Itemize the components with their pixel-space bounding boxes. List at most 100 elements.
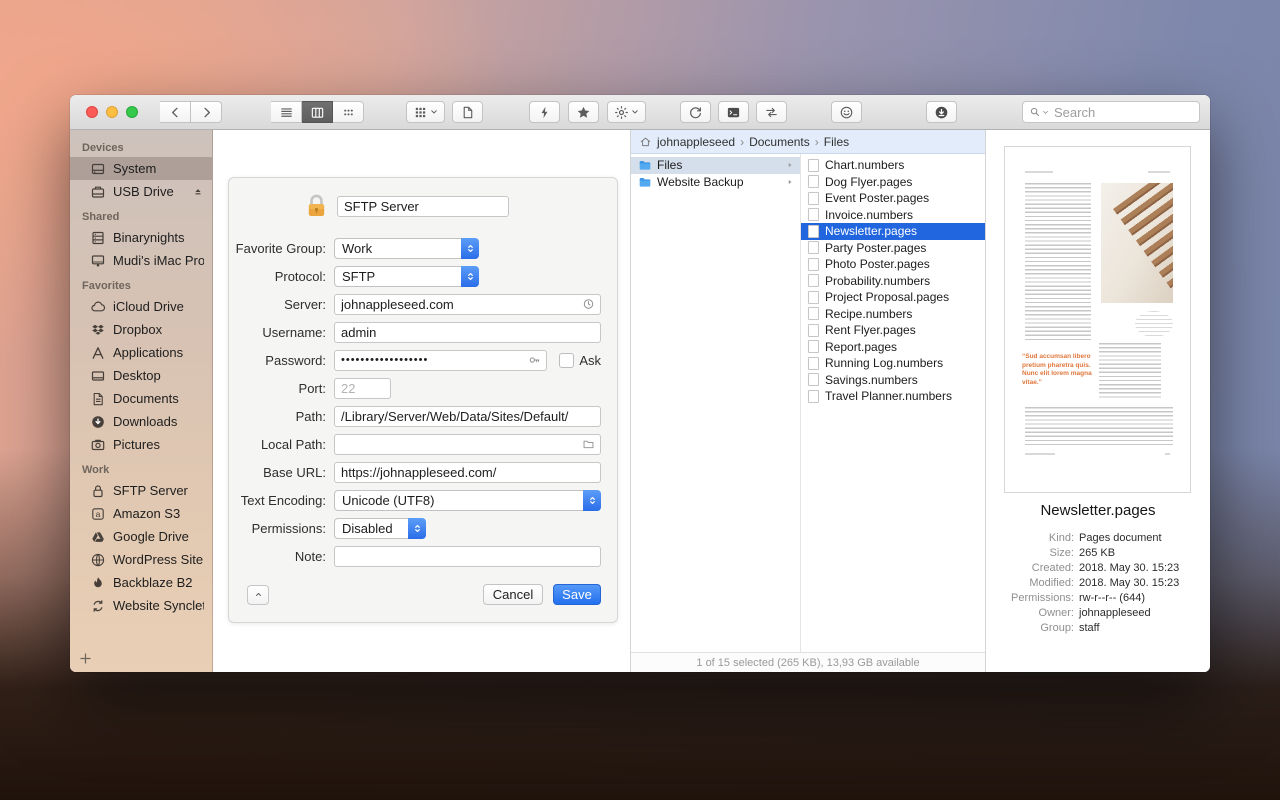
search-field[interactable] bbox=[1022, 101, 1200, 123]
file-row[interactable]: Report.pages bbox=[801, 339, 985, 356]
home-icon[interactable] bbox=[639, 135, 652, 148]
icon-view-icon bbox=[341, 105, 356, 120]
grid-menu-button[interactable] bbox=[406, 101, 445, 123]
preview-text-column bbox=[1099, 343, 1161, 399]
sidebar-item[interactable]: Google Drive bbox=[70, 525, 212, 548]
file-row[interactable]: Project Proposal.pages bbox=[801, 289, 985, 306]
file-row[interactable]: Probability.numbers bbox=[801, 273, 985, 290]
file-name: Running Log.numbers bbox=[825, 356, 979, 370]
cancel-button[interactable]: Cancel bbox=[483, 584, 543, 605]
remote-path-input[interactable] bbox=[334, 406, 601, 427]
sidebar-item[interactable]: Dropbox bbox=[70, 318, 212, 341]
quick-connect-bolt-button[interactable] bbox=[529, 101, 560, 123]
sidebar-item[interactable]: Binarynights bbox=[70, 226, 212, 249]
password-input[interactable] bbox=[334, 350, 547, 371]
folder-icon bbox=[638, 176, 652, 188]
search-input[interactable] bbox=[1052, 104, 1193, 121]
imac-icon bbox=[90, 253, 106, 269]
favorite-group-select[interactable]: Work bbox=[334, 238, 479, 259]
breadcrumb-item[interactable]: Documents bbox=[749, 135, 824, 149]
breadcrumb-item[interactable]: johnappleseed bbox=[657, 135, 749, 149]
file-row[interactable]: Party Poster.pages bbox=[801, 240, 985, 257]
back-chevron-button[interactable] bbox=[160, 101, 191, 123]
metadata-label: Group: bbox=[986, 621, 1074, 636]
port-input[interactable] bbox=[334, 378, 391, 399]
sync-refresh-icon bbox=[688, 105, 703, 120]
sidebar-item[interactable]: SFTP Server bbox=[70, 479, 212, 502]
activity-download-button[interactable] bbox=[926, 101, 957, 123]
preview-line-block bbox=[1025, 171, 1053, 173]
local-path-input[interactable] bbox=[334, 434, 601, 455]
save-button[interactable]: Save bbox=[553, 584, 601, 605]
selected-value: Disabled bbox=[342, 521, 393, 536]
new-file-button[interactable] bbox=[452, 101, 483, 123]
folder-row[interactable]: Website Backup bbox=[631, 174, 800, 191]
icon-view-button[interactable] bbox=[333, 101, 364, 123]
sidebar-item[interactable]: WordPress Site bbox=[70, 548, 212, 571]
server-input[interactable] bbox=[334, 294, 601, 315]
protocol-select[interactable]: SFTP bbox=[334, 266, 479, 287]
add-favorite-button[interactable] bbox=[78, 649, 96, 667]
column-view-button[interactable] bbox=[302, 101, 333, 123]
metadata-label: Size: bbox=[986, 546, 1074, 561]
file-row[interactable]: Savings.numbers bbox=[801, 372, 985, 389]
sync-refresh-button[interactable] bbox=[680, 101, 711, 123]
key-icon[interactable] bbox=[528, 354, 541, 367]
file-row[interactable]: Rent Flyer.pages bbox=[801, 322, 985, 339]
form-row: Server: bbox=[229, 290, 617, 318]
favorites-star-button[interactable] bbox=[568, 101, 599, 123]
history-clock-icon[interactable] bbox=[582, 298, 595, 311]
sidebar-item[interactable]: System bbox=[70, 157, 212, 180]
text-encoding-select[interactable]: Unicode (UTF8) bbox=[334, 490, 601, 511]
file-row[interactable]: Travel Planner.numbers bbox=[801, 388, 985, 405]
collapse-button[interactable] bbox=[247, 585, 269, 605]
username-input[interactable] bbox=[334, 322, 601, 343]
forward-chevron-button[interactable] bbox=[191, 101, 222, 123]
field-label: Server: bbox=[229, 297, 326, 312]
folder-icon[interactable] bbox=[582, 438, 595, 451]
file-row[interactable]: Photo Poster.pages bbox=[801, 256, 985, 273]
folder-row[interactable]: Files bbox=[631, 157, 800, 174]
sidebar-item[interactable]: Amazon S3 bbox=[70, 502, 212, 525]
file-row[interactable]: Invoice.numbers bbox=[801, 207, 985, 224]
file-row[interactable]: Newsletter.pages bbox=[801, 223, 985, 240]
sidebar-item[interactable]: Mudi's iMac Pro bbox=[70, 249, 212, 272]
grid-menu-icon bbox=[413, 105, 428, 120]
amazon-s3-icon bbox=[90, 506, 106, 522]
file-row[interactable]: Event Poster.pages bbox=[801, 190, 985, 207]
file-row[interactable]: Dog Flyer.pages bbox=[801, 174, 985, 191]
actions-gear-button[interactable] bbox=[607, 101, 646, 123]
stepper-icon bbox=[583, 490, 601, 511]
metadata-row: Created:2018. May 30. 15:23 bbox=[986, 561, 1210, 576]
sidebar-item[interactable]: USB Drive bbox=[70, 180, 212, 203]
sidebar-item[interactable]: Downloads bbox=[70, 410, 212, 433]
file-name: Project Proposal.pages bbox=[825, 290, 979, 304]
ask-checkbox[interactable] bbox=[559, 353, 574, 368]
permissions-select[interactable]: Disabled bbox=[334, 518, 426, 539]
sidebar-item[interactable]: Backblaze B2 bbox=[70, 571, 212, 594]
terminal-window-button[interactable] bbox=[718, 101, 749, 123]
sidebar-item[interactable]: iCloud Drive bbox=[70, 295, 212, 318]
sidebar-item[interactable]: Desktop bbox=[70, 364, 212, 387]
favorite-name-input[interactable] bbox=[337, 196, 509, 217]
base-url-input[interactable] bbox=[334, 462, 601, 483]
note-input[interactable] bbox=[334, 546, 601, 567]
feedback-smiley-button[interactable] bbox=[831, 101, 862, 123]
sidebar-item[interactable]: Pictures bbox=[70, 433, 212, 456]
sidebar-item[interactable]: Website Synclet bbox=[70, 594, 212, 617]
close-button[interactable] bbox=[86, 106, 98, 118]
file-row[interactable]: Running Log.numbers bbox=[801, 355, 985, 372]
zoom-button[interactable] bbox=[126, 106, 138, 118]
sidebar-item[interactable]: Documents bbox=[70, 387, 212, 410]
transfer-arrows-button[interactable] bbox=[756, 101, 787, 123]
minimize-button[interactable] bbox=[106, 106, 118, 118]
status-bar: 1 of 15 selected (265 KB), 13,93 GB avai… bbox=[631, 652, 985, 672]
sidebar-item[interactable]: Applications bbox=[70, 341, 212, 364]
sidebar-item-label: Website Synclet bbox=[113, 598, 204, 613]
file-row[interactable]: Recipe.numbers bbox=[801, 306, 985, 323]
eject-icon[interactable] bbox=[192, 186, 204, 198]
list-view-button[interactable] bbox=[271, 101, 302, 123]
breadcrumb-item[interactable]: Files bbox=[824, 135, 849, 149]
chevron-down-icon bbox=[1042, 109, 1049, 116]
file-row[interactable]: Chart.numbers bbox=[801, 157, 985, 174]
